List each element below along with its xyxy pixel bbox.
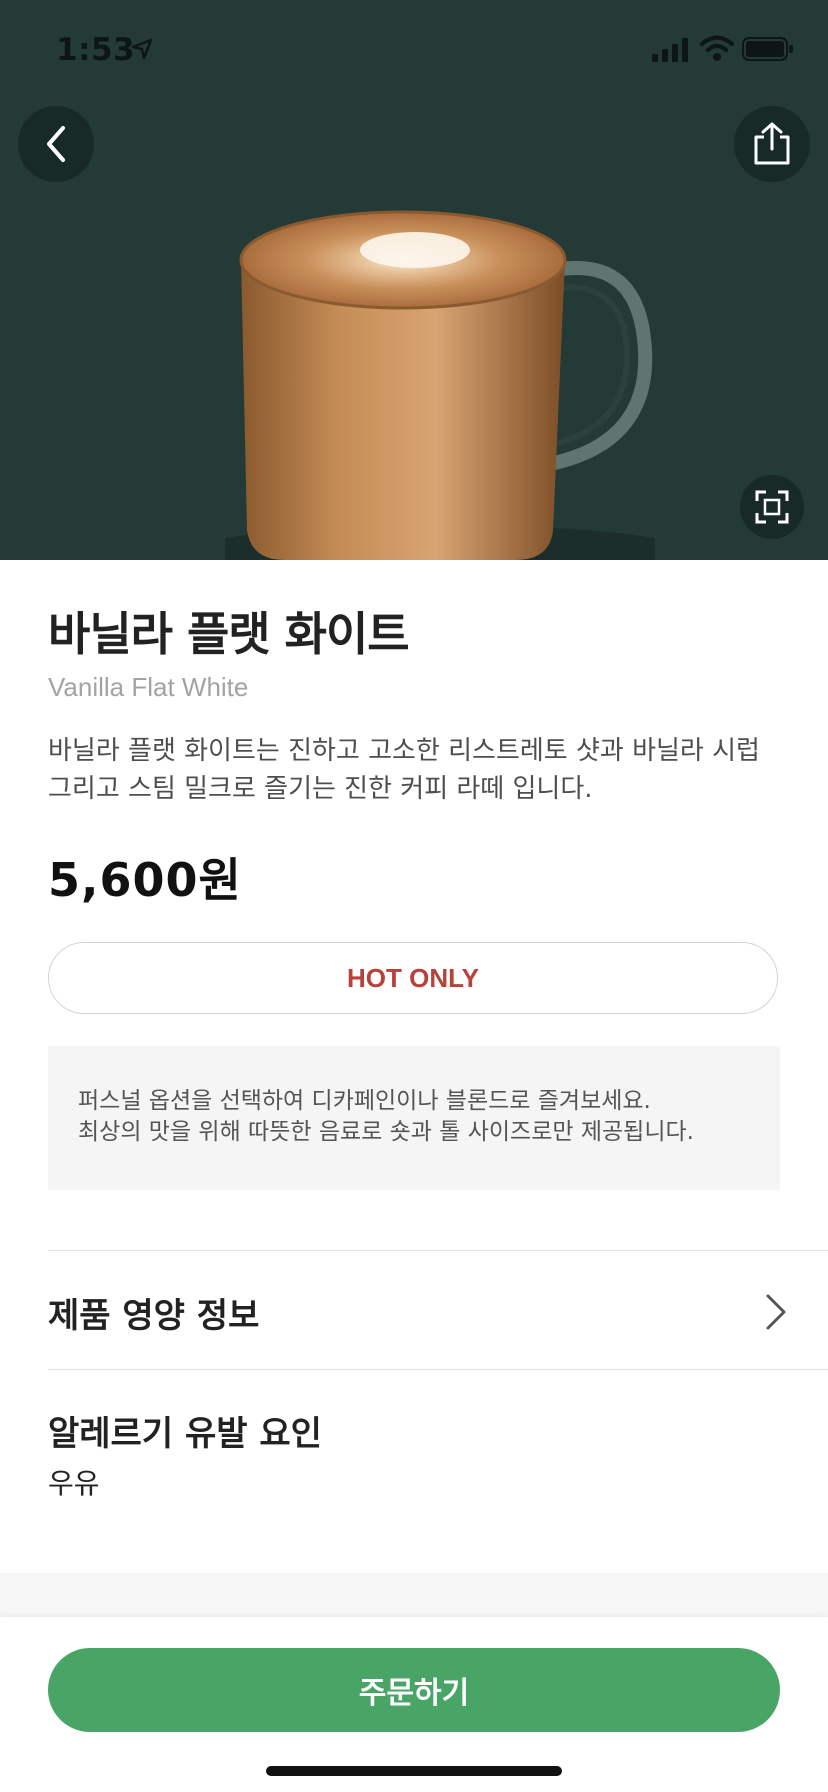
- chevron-left-icon: [47, 126, 65, 162]
- info-line: 최상의 맛을 위해 따뜻한 음료로 숏과 톨 사이즈로만 제공됩니다.: [78, 1119, 694, 1145]
- nutrition-info-row[interactable]: 제품 영양 정보: [48, 1252, 788, 1368]
- hot-only-badge: HOT ONLY: [48, 942, 778, 1014]
- description-line: 그리고 스팀 밀크로 즐기는 진한 커피 라떼 입니다.: [48, 774, 593, 804]
- divider: [48, 1369, 828, 1370]
- section-spacer: [0, 1573, 828, 1617]
- product-title: 바닐라 플랫 화이트: [48, 607, 410, 661]
- order-button[interactable]: 주문하기: [48, 1648, 780, 1732]
- product-description: 바닐라 플랫 화이트는 진하고 고소한 리스트레토 샷과 바닐라 시럽 그리고 …: [48, 732, 778, 808]
- divider: [48, 1250, 828, 1251]
- status-bar: 1:53: [0, 0, 828, 100]
- info-line: 퍼스널 옵션을 선택하여 디카페인이나 블론드로 즐겨보세요.: [78, 1088, 651, 1114]
- flat-white-mug-image: [225, 210, 655, 560]
- chevron-right-icon: [766, 1294, 786, 1330]
- description-line: 바닐라 플랫 화이트는 진하고 고소한 리스트레토 샷과 바닐라 시럽: [48, 736, 760, 766]
- battery-icon: [742, 37, 793, 61]
- back-button[interactable]: [18, 106, 94, 182]
- share-icon: [754, 122, 790, 165]
- fullscreen-icon: [755, 490, 789, 524]
- home-indicator: [266, 1766, 562, 1776]
- status-time: 1:53: [56, 32, 136, 68]
- product-info-box: 퍼스널 옵션을 선택하여 디카페인이나 블론드로 즐겨보세요. 최상의 맛을 위…: [48, 1046, 780, 1190]
- nutrition-info-label: 제품 영양 정보: [48, 1296, 260, 1336]
- product-price: 5,600원: [48, 853, 242, 907]
- share-button[interactable]: [734, 106, 810, 182]
- cellular-signal-icon: [652, 38, 688, 62]
- allergy-title: 알레르기 유발 요인: [48, 1414, 322, 1454]
- wifi-icon: [700, 35, 734, 61]
- product-hero-image: 1:53: [0, 0, 828, 560]
- product-english-name: Vanilla Flat White: [48, 672, 249, 702]
- location-arrow-icon: [131, 38, 153, 60]
- allergy-value: 우유: [48, 1467, 100, 1500]
- expand-image-button[interactable]: [740, 475, 804, 539]
